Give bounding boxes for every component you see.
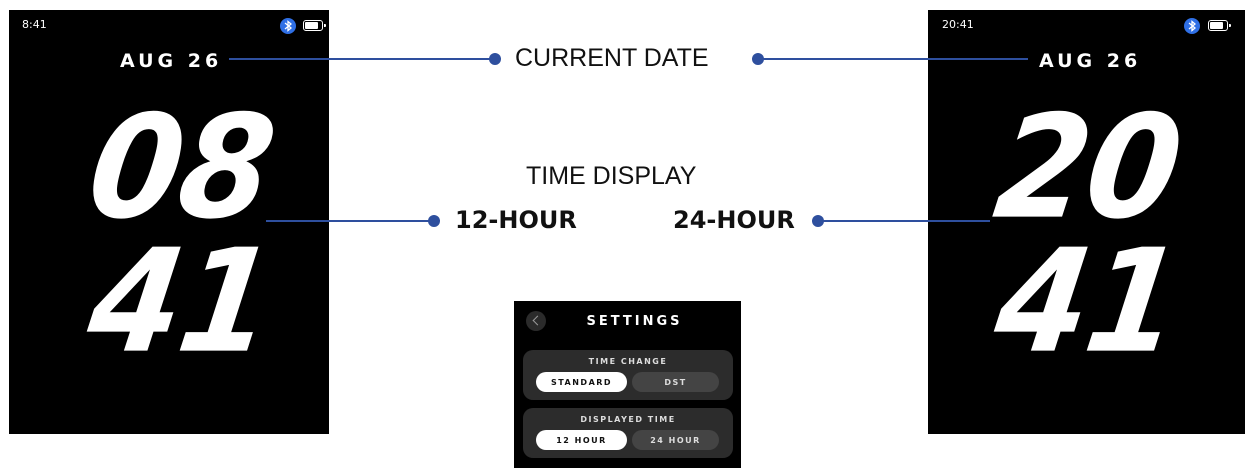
- 12-hour-toggle[interactable]: 12 HOUR: [536, 430, 627, 450]
- time-display-label: TIME DISPLAY: [526, 162, 697, 190]
- displayed-time-group: DISPLAYED TIME 12 HOUR 24 HOUR: [523, 408, 733, 458]
- bluetooth-icon: [1184, 18, 1200, 34]
- phone-screen-12-hour: 8:41 AUG 26 08 41: [9, 10, 329, 434]
- battery-icon: [303, 20, 326, 31]
- phone-screen-24-hour: 20:41 AUG 26 20 41: [928, 10, 1245, 434]
- 12-hour-label: 12-HOUR: [455, 206, 577, 234]
- battery-icon: [1208, 20, 1231, 31]
- current-date-label: CURRENT DATE: [515, 44, 709, 72]
- time-change-group: TIME CHANGE STANDARD DST: [523, 350, 733, 400]
- 24-hour-label: 24-HOUR: [673, 206, 795, 234]
- standard-toggle[interactable]: STANDARD: [536, 372, 627, 392]
- date-callout-line-right: [760, 58, 1028, 60]
- date-label: AUG 26: [120, 50, 223, 72]
- minutes-display: 41: [986, 218, 1190, 386]
- 12-hour-callout-line: [266, 220, 434, 222]
- settings-title: SETTINGS: [586, 314, 683, 329]
- 24-hour-callout-line: [818, 220, 990, 222]
- minutes-display: 41: [79, 218, 283, 386]
- displayed-time-label: DISPLAYED TIME: [580, 415, 676, 424]
- time-change-label: TIME CHANGE: [588, 357, 668, 366]
- date-callout-dot-left: [489, 53, 501, 65]
- status-bar-time: 20:41: [942, 18, 974, 31]
- 12-hour-callout-dot: [428, 215, 440, 227]
- date-label: AUG 26: [1039, 50, 1142, 72]
- settings-panel: SETTINGS TIME CHANGE STANDARD DST DISPLA…: [514, 301, 741, 468]
- status-bar-time: 8:41: [22, 18, 47, 31]
- 24-hour-toggle[interactable]: 24 HOUR: [632, 430, 719, 450]
- date-callout-line-left: [229, 58, 495, 60]
- dst-toggle[interactable]: DST: [632, 372, 719, 392]
- bluetooth-icon: [280, 18, 296, 34]
